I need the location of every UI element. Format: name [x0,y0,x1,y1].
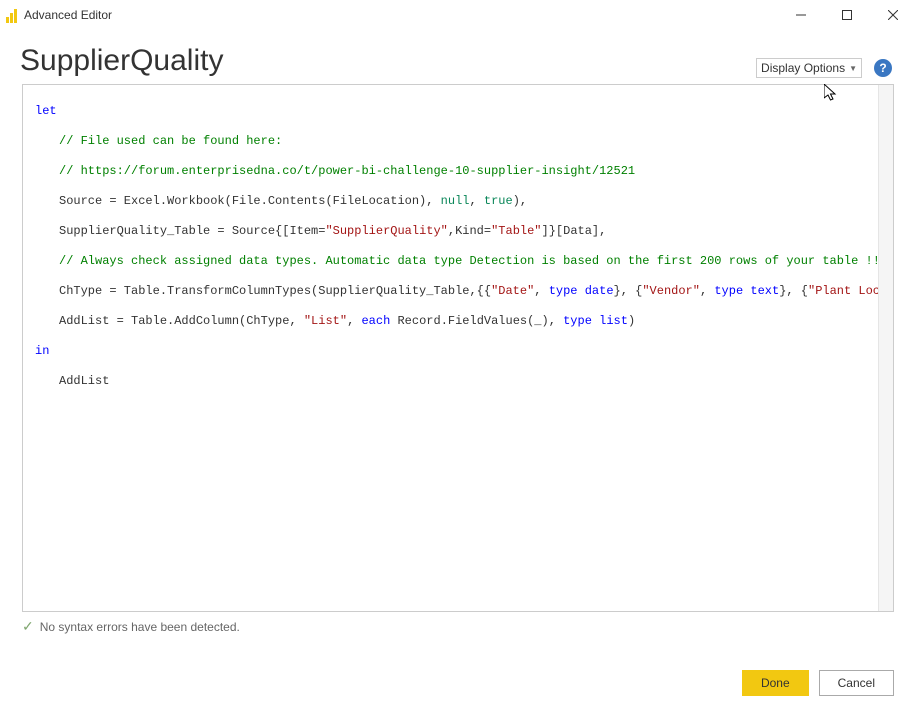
code-token: ]}[Data], [542,224,607,238]
footer: Done Cancel [742,670,894,696]
display-options-label: Display Options [761,61,845,75]
code-token: // https://forum.enterprisedna.co/t/powe… [59,164,635,178]
code-token: in [35,344,49,358]
code-token: // Always check assigned data types. Aut… [59,254,887,268]
code-token: type [563,314,592,328]
status-message: No syntax errors have been detected. [40,620,240,634]
close-button[interactable] [870,0,916,30]
chevron-down-icon: ▼ [849,64,857,73]
code-area[interactable]: let // File used can be found here: // h… [23,85,893,423]
app-icon [6,7,18,23]
code-token: , [347,314,361,328]
code-token: , [469,194,483,208]
code-token: Record.FieldValues(_), [390,314,563,328]
code-token: "Table" [491,224,541,238]
code-token: AddList [59,374,109,388]
code-token: text [750,284,779,298]
code-token: // File used can be found here: [59,134,282,148]
code-token: date [585,284,614,298]
code-token: , [534,284,548,298]
status-bar: ✓ No syntax errors have been detected. [22,618,894,635]
code-token: type [714,284,743,298]
code-editor[interactable]: let // File used can be found here: // h… [22,84,894,612]
header: SupplierQuality Display Options ▼ ? [0,30,916,84]
code-token: "List" [304,314,347,328]
maximize-button[interactable] [824,0,870,30]
minimize-button[interactable] [778,0,824,30]
code-token: SupplierQuality_Table = Source{[Item= [59,224,325,238]
code-token: null [441,194,470,208]
code-token: ) [628,314,635,328]
done-button[interactable]: Done [742,670,809,696]
code-token: true [484,194,513,208]
window-title: Advanced Editor [24,8,112,22]
help-icon[interactable]: ? [874,59,892,77]
window-controls [778,0,916,30]
code-token: each [361,314,390,328]
check-icon: ✓ [22,618,34,635]
code-token: "Date" [491,284,534,298]
vertical-scrollbar[interactable] [878,85,893,611]
code-token: ,Kind= [448,224,491,238]
display-options-dropdown[interactable]: Display Options ▼ [756,58,862,78]
code-token: list [599,314,628,328]
header-right: Display Options ▼ ? [756,58,892,78]
code-token: }, { [779,284,808,298]
code-token: "SupplierQuality" [325,224,447,238]
code-token: }, { [614,284,643,298]
code-token: ), [513,194,527,208]
code-token: , [700,284,714,298]
code-token: let [35,104,57,118]
code-token: "Vendor" [642,284,700,298]
code-token: type [549,284,578,298]
cancel-button[interactable]: Cancel [819,670,894,696]
code-token: Source = Excel.Workbook(File.Contents(Fi… [59,194,441,208]
code-token [578,284,585,298]
page-title: SupplierQuality [20,44,223,78]
titlebar: Advanced Editor [0,0,916,30]
code-token: AddList = Table.AddColumn(ChType, [59,314,304,328]
code-token: ChType = Table.TransformColumnTypes(Supp… [59,284,491,298]
